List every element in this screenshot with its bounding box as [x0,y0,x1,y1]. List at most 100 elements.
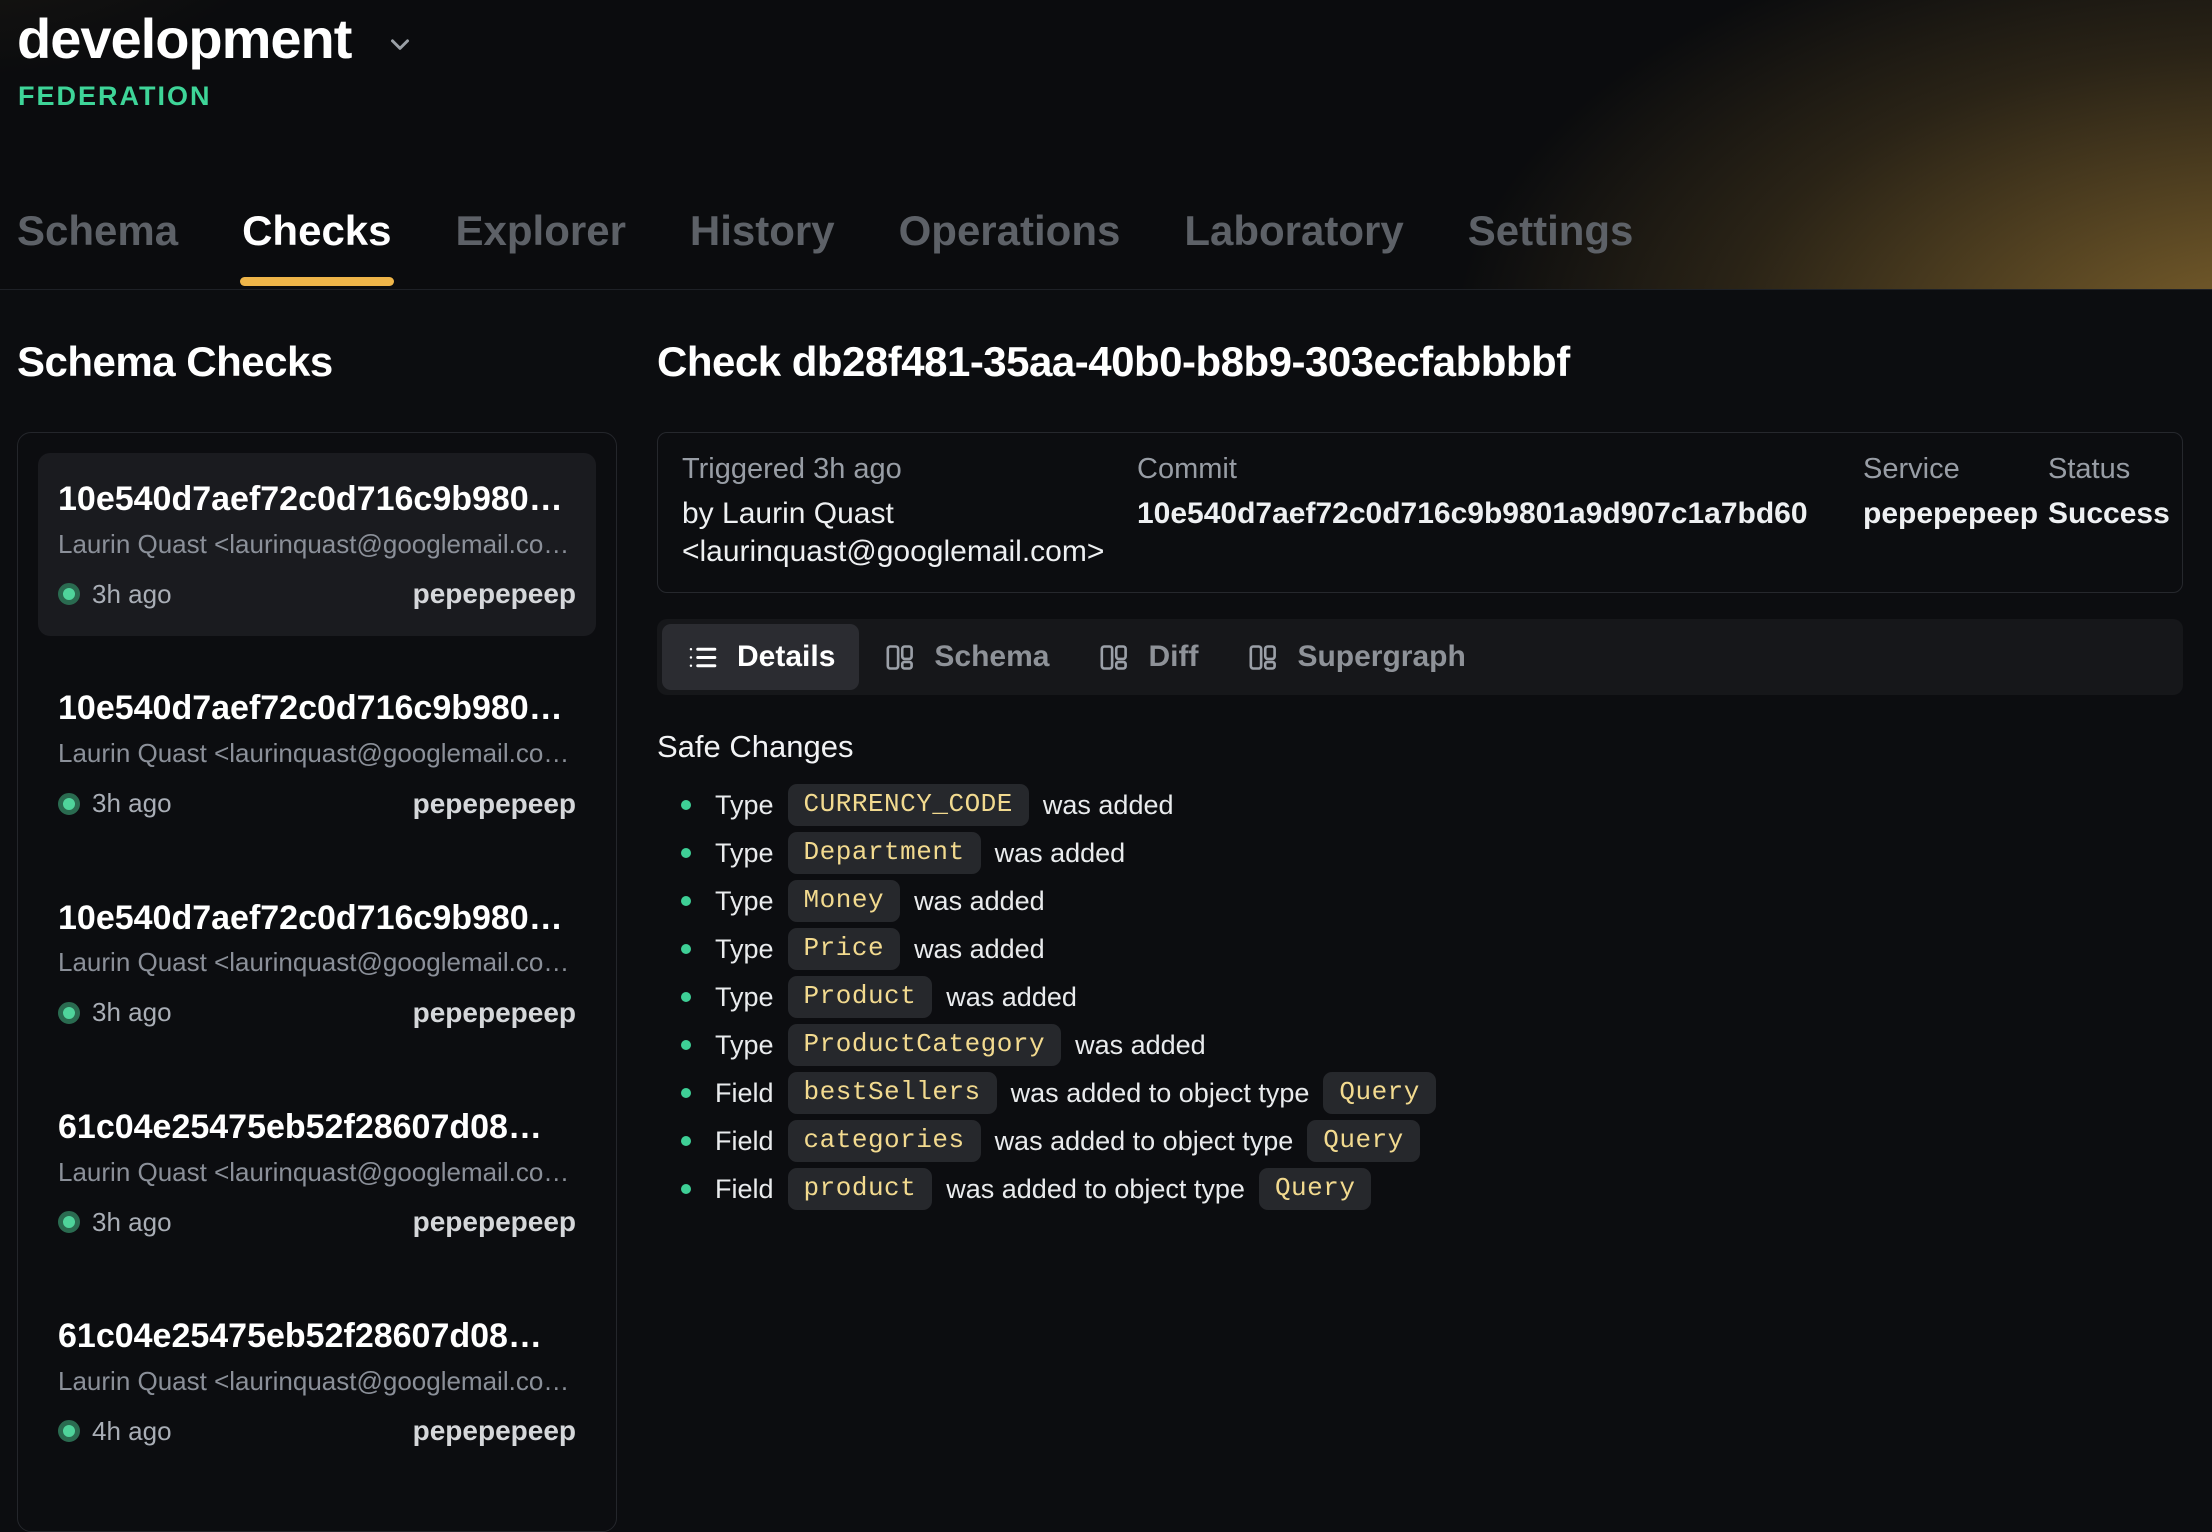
check-list-item[interactable]: 10e540d7aef72c0d716c9b980… Laurin Quast … [38,453,596,636]
check-view-tab[interactable]: Schema [859,624,1073,690]
check-list-item[interactable]: 61c04e25475eb52f28607d08… Laurin Quast <… [38,1081,596,1264]
check-time: 3h ago [92,788,172,819]
check-hash: 61c04e25475eb52f28607d08… [58,1107,576,1148]
change-row: Type CURRENCY_CODE was added [657,781,2183,829]
change-kind: Field [715,1126,774,1157]
commit-label: Commit [1137,451,1863,487]
check-hash: 10e540d7aef72c0d716c9b980… [58,898,576,939]
nav-tab[interactable]: Schema [15,207,180,289]
check-time: 3h ago [92,1207,172,1238]
project-name: development [17,6,351,71]
success-dot-icon [58,1420,80,1442]
success-dot-icon [58,1211,80,1233]
check-time: 4h ago [92,1416,172,1447]
change-code-badge: ProductCategory [788,1024,1062,1066]
triggered-email: <laurinquast@googlemail.com> [682,533,1137,571]
check-service: pepepepeep [413,1206,576,1238]
change-code-badge: Department [788,832,981,874]
change-code-badge: bestSellers [788,1072,997,1114]
change-text: was added [1075,1030,1206,1061]
check-time: 3h ago [92,997,172,1028]
check-author: Laurin Quast <laurinquast@googlemail.co… [58,946,576,979]
content-area: Schema Checks 10e540d7aef72c0d716c9b980…… [0,290,2212,1532]
primary-nav: Schema Checks Explorer History Operation… [15,207,1635,289]
check-hash: 61c04e25475eb52f28607d08… [58,1316,576,1357]
triggered-by: by Laurin Quast [682,495,1137,533]
nav-tab-label: Settings [1468,207,1634,254]
change-text: was added to object type [995,1126,1294,1157]
nav-tab[interactable]: Checks [240,207,393,289]
change-text: was added to object type [946,1174,1245,1205]
check-author: Laurin Quast <laurinquast@googlemail.co… [58,1365,576,1398]
check-detail-title: Check db28f481-35aa-40b0-b8b9-303ecfabbb… [657,338,2183,386]
bullet-icon [681,992,691,1002]
columns-icon [1097,641,1130,674]
success-dot-icon [58,1002,80,1024]
check-view-tab[interactable]: Diff [1073,624,1222,690]
checks-sidebar: Schema Checks 10e540d7aef72c0d716c9b980…… [17,290,617,1532]
check-author: Laurin Quast <laurinquast@googlemail.co… [58,528,576,561]
change-code-badge: CURRENCY_CODE [788,784,1029,826]
change-text: was added to object type [1011,1078,1310,1109]
check-time: 3h ago [92,579,172,610]
change-row: Type Price was added [657,925,2183,973]
check-author: Laurin Quast <laurinquast@googlemail.co… [58,737,576,770]
check-view-tab[interactable]: Details [662,624,859,690]
change-kind: Type [715,790,774,821]
nav-tab[interactable]: Settings [1466,207,1636,289]
checks-list: 10e540d7aef72c0d716c9b980… Laurin Quast … [17,432,617,1532]
change-row: Type Department was added [657,829,2183,877]
bullet-icon [681,1040,691,1050]
bullet-icon [681,1088,691,1098]
change-text: was added [946,982,1077,1013]
change-kind: Field [715,1174,774,1205]
service-value: pepepepeep [1863,495,2048,533]
changes-list: Type CURRENCY_CODE was added Type Depart… [657,781,2183,1213]
nav-tab-label: Checks [242,207,391,254]
change-row: Field product was added to object type Q… [657,1165,2183,1213]
object-type-badge: Query [1323,1072,1436,1114]
chevron-down-icon[interactable] [385,29,415,59]
check-view-tab-label: Diff [1148,640,1198,674]
nav-tab[interactable]: Explorer [454,207,628,289]
change-kind: Field [715,1078,774,1109]
success-dot-icon [58,583,80,605]
bullet-icon [681,1184,691,1194]
change-text: was added [914,934,1045,965]
change-kind: Type [715,838,774,869]
change-kind: Type [715,886,774,917]
nav-tab-label: Laboratory [1184,207,1403,254]
check-view-tab-label: Details [737,640,835,674]
bullet-icon [681,848,691,858]
check-list-item[interactable]: 61c04e25475eb52f28607d08… Laurin Quast <… [38,1290,596,1473]
check-list-item[interactable]: 10e540d7aef72c0d716c9b980… Laurin Quast … [38,872,596,1055]
object-type-badge: Query [1307,1120,1420,1162]
status-value: Success [2048,495,2158,533]
safe-changes-title: Safe Changes [657,729,2183,765]
nav-tab[interactable]: History [688,207,837,289]
change-code-badge: Price [788,928,901,970]
nav-tab-label: History [690,207,835,254]
project-switcher[interactable]: development [0,0,2212,71]
nav-tab[interactable]: Laboratory [1182,207,1405,289]
change-row: Type Money was added [657,877,2183,925]
change-text: was added [914,886,1045,917]
bullet-icon [681,944,691,954]
check-service: pepepepeep [413,997,576,1029]
success-dot-icon [58,793,80,815]
check-view-tabs: Details Schema [657,619,2183,695]
check-view-tab[interactable]: Supergraph [1222,624,1489,690]
change-row: Field bestSellers was added to object ty… [657,1069,2183,1117]
change-kind: Type [715,982,774,1013]
change-kind: Type [715,1030,774,1061]
list-icon [686,641,719,674]
check-view-tab-label: Supergraph [1297,640,1465,674]
check-hash: 10e540d7aef72c0d716c9b980… [58,479,576,520]
check-meta-card: Triggered 3h ago by Laurin Quast <laurin… [657,432,2183,593]
nav-tab[interactable]: Operations [897,207,1123,289]
check-list-item[interactable]: 10e540d7aef72c0d716c9b980… Laurin Quast … [38,662,596,845]
columns-icon [1246,641,1279,674]
change-code-badge: Money [788,880,901,922]
nav-tab-label: Schema [17,207,178,254]
change-text: was added [995,838,1126,869]
